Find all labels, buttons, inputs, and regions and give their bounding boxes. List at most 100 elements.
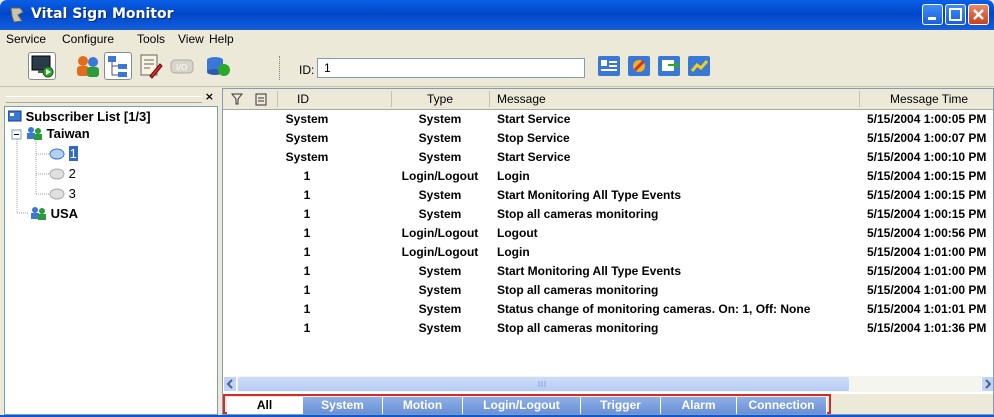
monitor-button[interactable] [28,52,56,80]
report-button[interactable] [686,53,714,81]
group-icon [27,127,42,140]
close-icon [973,9,984,20]
minimize-button[interactable] [922,4,943,25]
tab-motion[interactable]: Motion [383,397,463,414]
table-row[interactable]: System System Start Service 5/15/2004 1:00:… [223,148,993,167]
id-input[interactable]: 1 [317,58,585,78]
io-button[interactable]: I/O [168,52,196,80]
tree-item-2[interactable]: 2 [49,166,76,181]
cell-id: System [285,131,329,145]
cell-time: 5/15/2004 1:00:56 PM [867,226,987,240]
tree-item-label: 1 [68,146,78,161]
cell-type: System [418,302,462,316]
tree-group-label: Taiwan [46,126,90,141]
tab-connection[interactable]: Connection [737,397,827,414]
table-row[interactable]: System System Start Service 5/15/2004 1:00:… [223,110,993,129]
tab-login-logout[interactable]: Login/Logout [463,397,581,414]
io-icon: I/O [170,59,194,74]
clipboard-icon[interactable] [255,92,267,106]
cell-type: System [418,264,462,278]
group-icon [31,207,46,220]
app-icon [10,7,24,23]
cell-type: System [418,112,462,126]
table-row[interactable]: 1 System Stop all cameras monitoring 5/15/2… [223,319,993,338]
column-message-time[interactable]: Message Time [890,92,968,106]
scroll-thumb[interactable] [238,377,849,391]
cell-id: 1 [303,245,311,259]
cell-type: System [418,321,462,335]
cell-id: 1 [303,169,311,183]
users-button[interactable] [74,52,102,80]
toolbar: I/O ID: 1 [0,48,994,87]
table-row[interactable]: 1 System Status change of monitoring camer… [223,300,993,319]
database-connect-icon [207,57,230,76]
minimize-icon [928,17,936,20]
tab-all[interactable]: All [227,397,303,414]
table-row[interactable]: 1 Login/Logout Login 5/15/2004 1:00:15 PM [223,167,993,186]
table-row[interactable]: 1 Login/Logout Logout 5/15/2004 1:00:56 PM [223,224,993,243]
properties-button[interactable] [596,53,624,81]
cell-message: Stop all cameras monitoring [497,321,659,335]
chevron-right-icon [985,379,992,389]
menu-configure[interactable]: Configure [62,32,114,46]
panel-grip[interactable] [6,96,202,103]
column-id[interactable]: ID [297,92,309,106]
scroll-left-button[interactable] [223,376,237,392]
column-type[interactable]: Type [427,92,453,106]
tree-item-1[interactable]: 1 [49,146,78,161]
chevron-left-icon [226,379,233,389]
table-row[interactable]: 1 System Stop all cameras monitoring 5/15/2… [223,205,993,224]
report-icon [688,56,710,76]
cell-message: Start Monitoring All Type Events [497,188,682,202]
cell-time: 5/15/2004 1:00:05 PM [867,112,987,126]
horizontal-scrollbar[interactable] [223,376,993,392]
tree-item-label: 2 [68,166,76,181]
table-row[interactable]: System System Stop Service 5/15/2004 1:00:0… [223,129,993,148]
maximize-button[interactable] [945,4,966,25]
cell-time: 5/15/2004 1:01:36 PM [867,321,987,335]
table-row[interactable]: 1 System Start Monitoring All Type Events 5… [223,186,993,205]
cell-message: Login [497,245,530,259]
column-divider[interactable] [277,91,278,107]
menu-tools[interactable]: Tools [137,32,165,46]
cell-type: System [418,131,462,145]
column-divider[interactable] [391,91,392,107]
settings-button[interactable] [626,53,654,81]
cell-time: 5/15/2004 1:00:15 PM [867,207,987,221]
tree-group-usa[interactable]: USA [29,206,78,221]
cell-id: System [285,150,329,164]
cell-time: 5/15/2004 1:01:00 PM [867,264,987,278]
table-row[interactable]: 1 Login/Logout Login 5/15/2004 1:01:00 PM [223,243,993,262]
close-button[interactable] [968,4,989,25]
tab-trigger[interactable]: Trigger [581,397,661,414]
column-divider[interactable] [489,91,490,107]
table-row[interactable]: 1 System Start Monitoring All Type Events 5… [223,262,993,281]
filter-icon[interactable] [231,92,243,106]
cell-id: 1 [303,226,311,240]
column-divider[interactable] [859,91,860,107]
connect-button[interactable] [204,52,232,80]
scroll-right-button[interactable] [981,376,993,392]
menu-service[interactable]: Service [6,32,46,46]
edit-button[interactable] [136,52,164,80]
column-message[interactable]: Message [497,92,546,106]
tree-item-3[interactable]: 3 [49,186,76,201]
cell-message: Start Service [497,150,571,164]
menu-help[interactable]: Help [209,32,234,46]
tab-alarm[interactable]: Alarm [661,397,737,414]
panel-close-button[interactable]: × [205,90,214,103]
cell-message: Stop all cameras monitoring [497,283,659,297]
tree-view-button[interactable] [104,52,132,80]
toolbar-separator [279,56,282,80]
cell-time: 5/15/2004 1:01:00 PM [867,283,987,297]
cell-id: 1 [303,188,311,202]
table-row[interactable]: 1 System Stop all cameras monitoring 5/15/2… [223,281,993,300]
menu-bar: Service Configure Tools View Help [0,30,994,48]
menu-view[interactable]: View [178,32,204,46]
export-button[interactable] [656,53,684,81]
tree-group-taiwan[interactable]: Taiwan [25,126,90,141]
settings-icon [628,56,650,76]
maximize-icon [949,8,962,21]
tab-system[interactable]: System [303,397,383,414]
cell-time: 5/15/2004 1:00:10 PM [867,150,987,164]
